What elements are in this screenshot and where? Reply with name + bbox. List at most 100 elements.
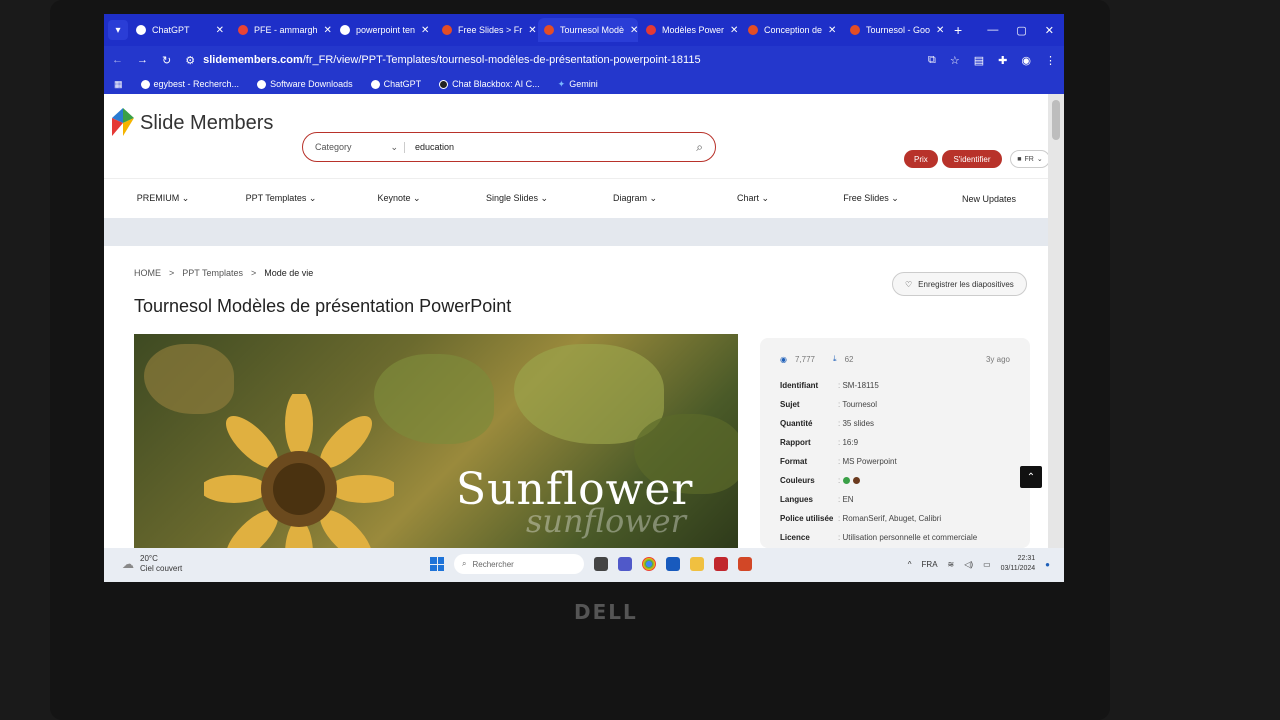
battery-icon[interactable]: ▭ (983, 560, 991, 569)
wifi-icon[interactable]: ≋ (948, 560, 955, 569)
close-tab-icon[interactable]: ✕ (324, 25, 332, 36)
word-icon[interactable] (666, 557, 680, 571)
browser-tab[interactable]: powerpoint ten ✕ (334, 18, 434, 42)
nav-item[interactable]: Single Slides ⌄ (458, 193, 576, 204)
notification-icon[interactable]: ● (1045, 560, 1050, 569)
bookmark-item[interactable]: ChatGPT (370, 79, 421, 89)
close-tab-icon[interactable]: ✕ (936, 25, 944, 36)
flag-icon: ■ (1017, 155, 1022, 163)
clock[interactable]: 22:31 03/11/2024 (1001, 554, 1036, 574)
profile-icon[interactable]: ◉ (1021, 54, 1031, 67)
site-info-icon[interactable]: ⚙ (185, 54, 195, 67)
detail-value: SM-18115 (838, 381, 878, 390)
minimize-icon[interactable]: — (987, 24, 998, 37)
bookmark-item[interactable]: Software Downloads (257, 79, 353, 89)
detail-row: Format MS Powerpoint (780, 452, 1010, 471)
detail-key: Format (780, 457, 808, 466)
scrollbar[interactable] (1048, 94, 1064, 548)
nav-band (104, 218, 1048, 248)
browser-tab[interactable]: Tournesol - Goo ✕ (844, 18, 944, 42)
detail-key: Couleurs (780, 476, 815, 485)
browser-tab[interactable]: Conception de ✕ (742, 18, 842, 42)
input-language[interactable]: FRA (922, 560, 938, 569)
volume-icon[interactable]: ◁) (964, 560, 973, 569)
close-tab-icon[interactable]: ✕ (828, 25, 836, 36)
task-view-icon[interactable] (594, 557, 608, 571)
forward-icon[interactable]: → (137, 54, 148, 66)
file-explorer-icon[interactable] (690, 557, 704, 571)
detail-row: Sujet Tournesol (780, 395, 1010, 414)
maximize-icon[interactable]: ▢ (1016, 24, 1026, 37)
start-button[interactable] (430, 557, 444, 571)
nav-item[interactable]: Diagram ⌄ (576, 193, 694, 204)
taskbar-search[interactable]: ⌕ Rechercher (454, 554, 584, 574)
back-icon[interactable]: ← (112, 54, 123, 66)
tab-label: Conception de (764, 25, 823, 35)
bookmark-item[interactable]: ✦ Gemini (558, 79, 598, 90)
browser-tab[interactable]: ChatGPT ✕ (130, 18, 230, 42)
chevron-down-icon: ⌄ (306, 193, 317, 203)
apps-icon[interactable]: ▦ (114, 79, 123, 90)
close-tab-icon[interactable]: ✕ (216, 25, 224, 36)
extensions-icon[interactable]: ✚ (998, 54, 1007, 67)
bookmark-item[interactable]: Chat Blackbox: AI C... (439, 79, 540, 89)
new-tab-button[interactable]: + (946, 22, 970, 38)
close-tab-icon[interactable]: ✕ (528, 25, 536, 36)
crumb-home[interactable]: HOME (134, 268, 161, 278)
close-tab-icon[interactable]: ✕ (421, 25, 429, 36)
product-card: HOME > PPT Templates > Mode de vie Tourn… (104, 246, 1048, 548)
close-window-icon[interactable]: ✕ (1045, 24, 1054, 37)
search-icon[interactable]: ⌕ (696, 140, 703, 155)
browser-tab[interactable]: Tournesol Modè ✕ (538, 18, 638, 42)
tab-favicon-icon (136, 25, 146, 35)
nav-item[interactable]: PREMIUM ⌄ (104, 193, 222, 204)
nav-item[interactable]: PPT Templates ⌄ (222, 193, 340, 204)
tab-search-button[interactable]: ▾ (108, 20, 128, 40)
detail-row: Identifiant SM-18115 (780, 376, 1010, 395)
search-input[interactable]: education (405, 142, 696, 152)
crumb-ppt-templates[interactable]: PPT Templates (182, 268, 243, 278)
category-select[interactable]: Category ⌄ (315, 141, 405, 153)
search-icon: ⌕ (462, 559, 467, 568)
close-tab-icon[interactable]: ✕ (630, 25, 638, 36)
tab-favicon-icon (544, 25, 554, 35)
site-logo[interactable]: Slide Members (112, 108, 273, 138)
browser-tab[interactable]: Free Slides > Fr ✕ (436, 18, 536, 42)
nav-item[interactable]: Free Slides ⌄ (812, 193, 930, 204)
tab-favicon-icon (850, 25, 860, 35)
install-icon[interactable]: ⧉ (928, 54, 936, 67)
save-slides-button[interactable]: ♡ Enregistrer les diapositives (892, 272, 1027, 296)
teams-icon[interactable] (618, 557, 632, 571)
scrollbar-thumb[interactable] (1052, 100, 1060, 140)
detail-value: Utilisation personnelle et commerciale (838, 533, 977, 542)
browser-tab[interactable]: PFE - ammargh ✕ (232, 18, 332, 42)
page-title: Tournesol Modèles de présentation PowerP… (134, 296, 512, 316)
weather-widget[interactable]: ☁ 20°C Ciel couvert (122, 554, 182, 574)
system-tray: ^ FRA ≋ ◁) ▭ 22:31 03/11/2024 ● (908, 554, 1050, 574)
nav-item[interactable]: Keynote ⌄ (340, 193, 458, 204)
chrome-icon[interactable] (642, 557, 656, 571)
language-select[interactable]: ■ FR ⌄ (1010, 150, 1048, 168)
detail-value: 16:9 (838, 438, 858, 447)
chevron-up-icon[interactable]: ^ (908, 560, 912, 569)
scroll-to-top-button[interactable]: ⌃ (1020, 466, 1042, 488)
reading-list-icon[interactable]: ▤ (974, 54, 984, 67)
prix-button[interactable]: Prix (904, 150, 938, 168)
details-panel: ◉ 7,777 ⤓ 62 3y ago Identifiant SM-18115 S… (760, 338, 1030, 548)
powerpoint-icon[interactable] (738, 557, 752, 571)
preview-image[interactable]: Sunflower sunflower (134, 334, 738, 548)
bookmark-star-icon[interactable]: ☆ (950, 54, 960, 67)
reload-icon[interactable]: ↻ (162, 54, 171, 67)
url-host: slidemembers.com (203, 54, 303, 66)
menu-icon[interactable]: ⋮ (1045, 54, 1056, 67)
detail-value: EN (838, 495, 853, 504)
nav-item[interactable]: New Updates (930, 194, 1048, 204)
address-bar[interactable]: ⚙ slidemembers.com/fr_FR/view/PPT-Templa… (185, 54, 914, 67)
close-tab-icon[interactable]: ✕ (730, 25, 738, 36)
nav-item[interactable]: Chart ⌄ (694, 193, 812, 204)
app-icon[interactable] (714, 557, 728, 571)
detail-row: Licence Utilisation personnelle et commer… (780, 528, 1010, 547)
bookmark-item[interactable]: egybest - Recherch... (140, 79, 239, 89)
browser-tab[interactable]: Modèles Power ✕ (640, 18, 740, 42)
login-button[interactable]: S'identifier (942, 150, 1002, 168)
